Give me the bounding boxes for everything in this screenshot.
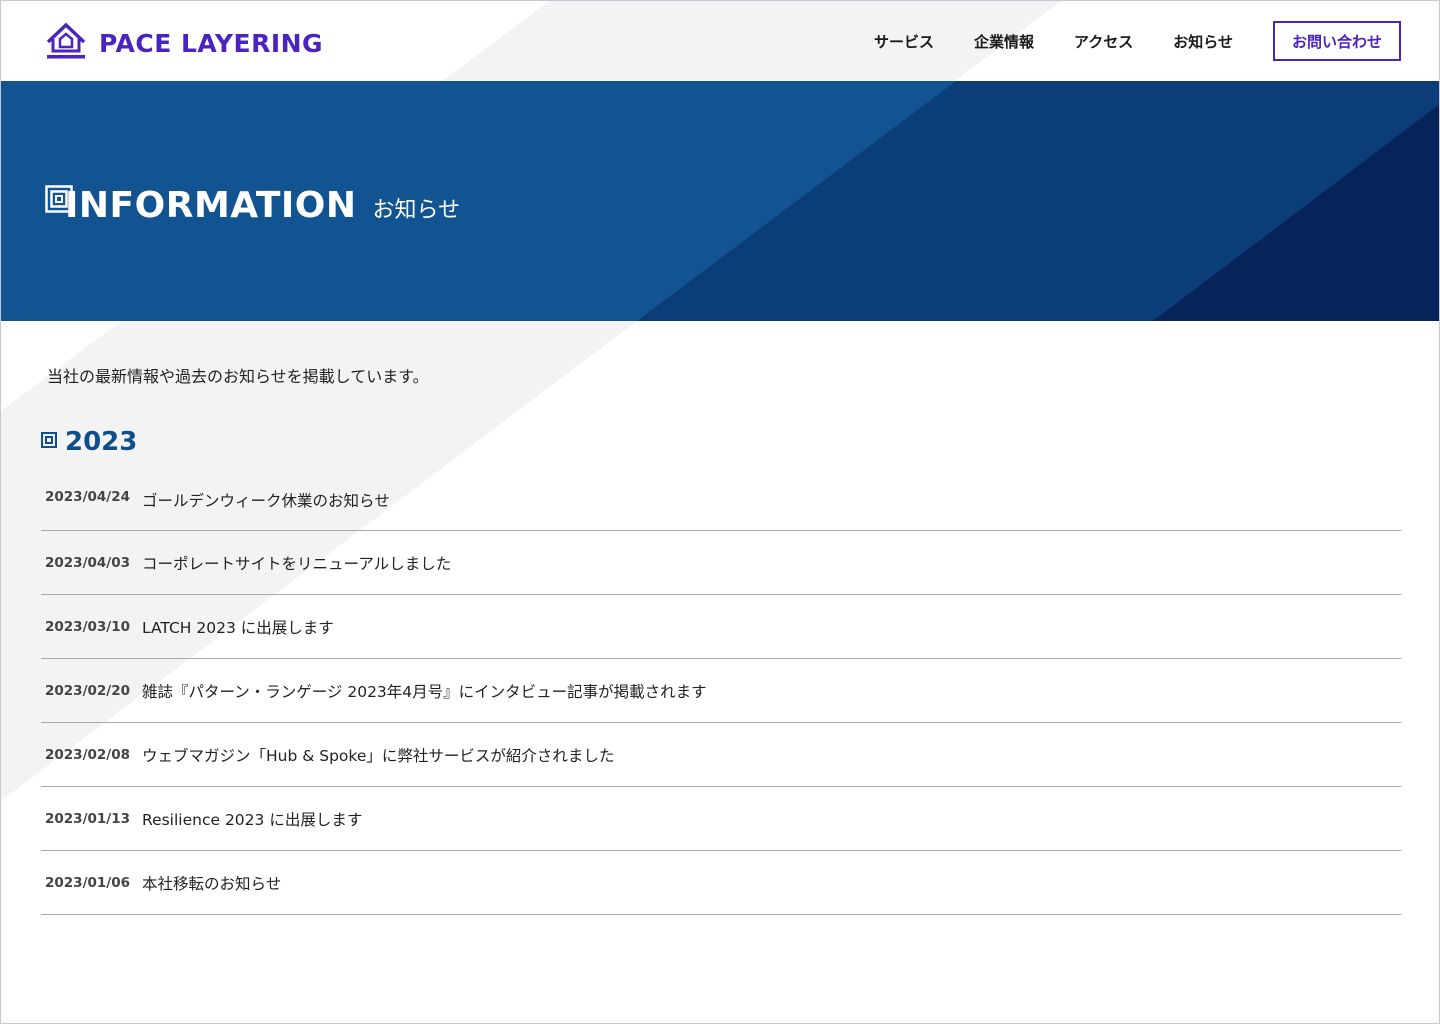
news-title[interactable]: 雑誌『パターン・ランゲージ 2023年4月号』にインタビュー記事が掲載されます [142,680,707,702]
news-title[interactable]: Resilience 2023 に出展します [142,808,362,830]
news-item[interactable]: 2023/04/24 ゴールデンウィーク休業のお知らせ [41,467,1401,531]
contact-button[interactable]: お問い合わせ [1273,21,1401,61]
news-item[interactable]: 2023/01/06 本社移転のお知らせ [41,851,1401,915]
news-date: 2023/02/20 [45,682,131,699]
news-title[interactable]: コーポレートサイトをリニューアルしました [142,552,451,574]
news-date: 2023/04/03 [45,554,131,571]
news-date: 2023/04/24 [45,489,131,505]
page: PACE LAYERING サービス 企業情報 アクセス お知らせ お問い合わせ [0,0,1440,1024]
news-item[interactable]: 2023/02/20 雑誌『パターン・ランゲージ 2023年4月号』にインタビュ… [41,659,1401,723]
logo[interactable]: PACE LAYERING [45,21,323,65]
logo-text: PACE LAYERING [99,28,324,58]
news-date: 2023/03/10 [45,618,131,635]
news-date: 2023/02/08 [45,746,131,763]
news-item[interactable]: 2023/03/10 LATCH 2023 に出展します [41,595,1401,659]
year-heading: 2023 [41,427,137,457]
nav-item-services[interactable]: サービス [874,31,934,52]
news-title[interactable]: 本社移転のお知らせ [142,872,281,894]
news-item[interactable]: 2023/01/13 Resilience 2023 に出展します [41,787,1401,851]
hero-title-ja: お知らせ [372,197,461,223]
hero-title-en: INFORMATION [65,185,357,226]
house-logo-icon [45,21,87,65]
nav-item-access[interactable]: アクセス [1074,31,1133,52]
square-target-icon [41,432,57,452]
hero-banner: INFORMATION お知らせ [1,81,1439,321]
news-date: 2023/01/06 [45,874,131,891]
year-label: 2023 [65,427,138,457]
intro-text: 当社の最新情報や過去のお知らせを掲載しています。 [47,367,429,386]
news-list: 2023/04/24 ゴールデンウィーク休業のお知らせ 2023/04/03 コ… [41,467,1401,915]
nav-item-company[interactable]: 企業情報 [974,31,1034,52]
news-title[interactable]: ウェブマガジン「Hub & Spoke」に弊社サービスが紹介されました [142,744,614,766]
hero-title: INFORMATION お知らせ [45,185,460,226]
news-item[interactable]: 2023/04/03 コーポレートサイトをリニューアルしました [41,531,1401,595]
news-date: 2023/01/13 [45,810,131,827]
news-item[interactable]: 2023/02/08 ウェブマガジン「Hub & Spoke」に弊社サービスが紹… [41,723,1401,787]
site-header: PACE LAYERING サービス 企業情報 アクセス お知らせ お問い合わせ [1,1,1439,81]
news-title[interactable]: LATCH 2023 に出展します [142,616,334,638]
main-nav: サービス 企業情報 アクセス お知らせ お問い合わせ [874,21,1401,61]
news-title[interactable]: ゴールデンウィーク休業のお知らせ [142,489,390,511]
nav-item-news[interactable]: お知らせ [1173,31,1233,52]
